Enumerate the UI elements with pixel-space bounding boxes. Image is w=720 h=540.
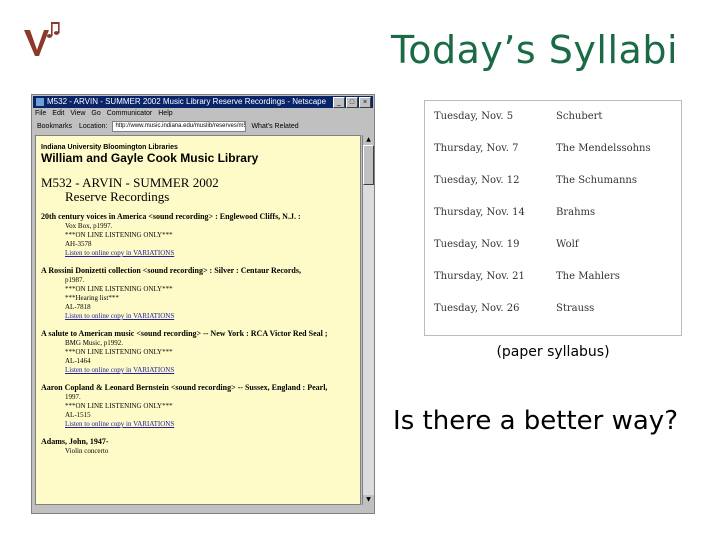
v-music-note-logo-icon [24, 22, 60, 56]
page-content[interactable]: Indiana University Bloomington Libraries… [35, 135, 361, 505]
table-row: Thursday, Nov. 7 The Mendelssohns [425, 143, 681, 157]
syllabus-schedule: Tuesday, Nov. 5 Schubert Thursday, Nov. … [424, 100, 682, 336]
scroll-down-icon[interactable]: ▼ [363, 495, 374, 505]
schedule-date: Tuesday, Nov. 26 [434, 303, 520, 314]
list-item: A Rossini Donizetti collection <sound re… [41, 266, 355, 321]
menu-edit[interactable]: Edit [52, 109, 64, 119]
entry-title: Adams, John, 1947- [41, 437, 109, 446]
minimize-button[interactable]: _ [333, 97, 345, 108]
entry-line: ***ON LINE LISTENING ONLY*** [65, 231, 173, 239]
schedule-date: Tuesday, Nov. 19 [434, 239, 520, 250]
maximize-button[interactable]: □ [346, 97, 358, 108]
entry-line: AH-3578 [65, 240, 92, 248]
table-row: Tuesday, Nov. 19 Wolf [425, 239, 681, 253]
table-row: Thursday, Nov. 14 Brahms [425, 207, 681, 221]
location-toolbar: Bookmarks Location: http://www.music.ind… [35, 120, 371, 133]
menu-go[interactable]: Go [91, 109, 100, 119]
window-titlebar[interactable]: M532 - ARVIN - SUMMER 2002 Music Library… [33, 96, 373, 108]
schedule-date: Thursday, Nov. 7 [434, 143, 519, 154]
schedule-composer: Strauss [556, 303, 595, 314]
schedule-composer: The Schumanns [556, 175, 637, 186]
variations-link[interactable]: Listen to online copy in VARIATIONS [41, 312, 355, 321]
entry-title: A salute to American music <sound record… [41, 329, 328, 338]
netscape-window: M532 - ARVIN - SUMMER 2002 Music Library… [31, 94, 375, 514]
table-row: Tuesday, Nov. 5 Schubert [425, 111, 681, 125]
schedule-composer: Schubert [556, 111, 603, 122]
variations-link[interactable]: Listen to online copy in VARIATIONS [41, 249, 355, 258]
list-item: A salute to American music <sound record… [41, 329, 355, 375]
schedule-composer: The Mahlers [556, 271, 620, 282]
schedule-date: Tuesday, Nov. 12 [434, 175, 520, 186]
entry-line: Vox Box, p1997. [65, 222, 113, 230]
menu-communicator[interactable]: Communicator [107, 109, 153, 119]
library-heading: William and Gayle Cook Music Library [41, 151, 259, 165]
schedule-date: Thursday, Nov. 14 [434, 207, 525, 218]
netscape-icon [36, 98, 44, 106]
window-title: M532 - ARVIN - SUMMER 2002 Music Library… [47, 97, 327, 106]
entry-line: ***ON LINE LISTENING ONLY*** [65, 348, 173, 356]
entry-line: AL-1464 [65, 357, 91, 365]
table-row: Thursday, Nov. 21 The Mahlers [425, 271, 681, 285]
course-heading: M532 - ARVIN - SUMMER 2002 [41, 175, 219, 190]
scroll-up-icon[interactable]: ▲ [363, 135, 374, 145]
location-label: Location: [79, 123, 108, 130]
entry-line: ***ON LINE LISTENING ONLY*** [65, 402, 173, 410]
menu-view[interactable]: View [70, 109, 85, 119]
entry-line: p1987. [65, 276, 85, 284]
entry-line: ***ON LINE LISTENING ONLY*** [65, 285, 173, 293]
variations-link[interactable]: Listen to online copy in VARIATIONS [41, 366, 355, 375]
entry-line: 1997. [65, 393, 81, 401]
schedule-composer: Wolf [556, 239, 579, 250]
entry-title: 20th century voices in America <sound re… [41, 212, 301, 221]
entry-line: AL-1515 [65, 411, 91, 419]
whats-related-button[interactable]: What's Related [249, 123, 300, 130]
institution-heading: Indiana University Bloomington Libraries [41, 144, 178, 151]
status-bar [35, 506, 371, 513]
close-button[interactable]: × [359, 97, 371, 108]
slide-title: Today’s Syllabi [390, 28, 678, 72]
schedule-date: Thursday, Nov. 21 [434, 271, 525, 282]
table-row: Tuesday, Nov. 12 The Schumanns [425, 175, 681, 189]
variations-link[interactable]: Listen to online copy in VARIATIONS [41, 420, 355, 429]
schedule-composer: Brahms [556, 207, 596, 218]
entry-line: BMG Music, p1992. [65, 339, 123, 347]
entry-line: ***Hearing list*** [65, 294, 119, 302]
menu-help[interactable]: Help [158, 109, 172, 119]
menu-bar: File Edit View Go Communicator Help [35, 109, 371, 119]
entry-title: Aaron Copland & Leonard Bernstein <sound… [41, 383, 328, 392]
entry-line: AL-7818 [65, 303, 91, 311]
menu-file[interactable]: File [35, 109, 46, 119]
entry-line: Violin concerto [65, 447, 109, 455]
url-field[interactable]: http://www.music.indiana.edu/muslib/rese… [112, 121, 247, 132]
entry-title: A Rossini Donizetti collection <sound re… [41, 266, 301, 275]
paper-syllabus-caption: (paper syllabus) [496, 344, 610, 360]
list-item: 20th century voices in America <sound re… [41, 212, 355, 258]
table-row: Tuesday, Nov. 26 Strauss [425, 303, 681, 317]
bookmarks-button[interactable]: Bookmarks [35, 123, 74, 130]
question-text: Is there a better way? [393, 406, 678, 436]
list-item: Aaron Copland & Leonard Bernstein <sound… [41, 383, 355, 429]
schedule-composer: The Mendelssohns [556, 143, 651, 154]
reserve-subtitle: Reserve Recordings [65, 189, 170, 204]
scroll-thumb[interactable] [363, 145, 374, 185]
vertical-scrollbar[interactable]: ▲ ▼ [362, 135, 374, 505]
schedule-date: Tuesday, Nov. 5 [434, 111, 514, 122]
